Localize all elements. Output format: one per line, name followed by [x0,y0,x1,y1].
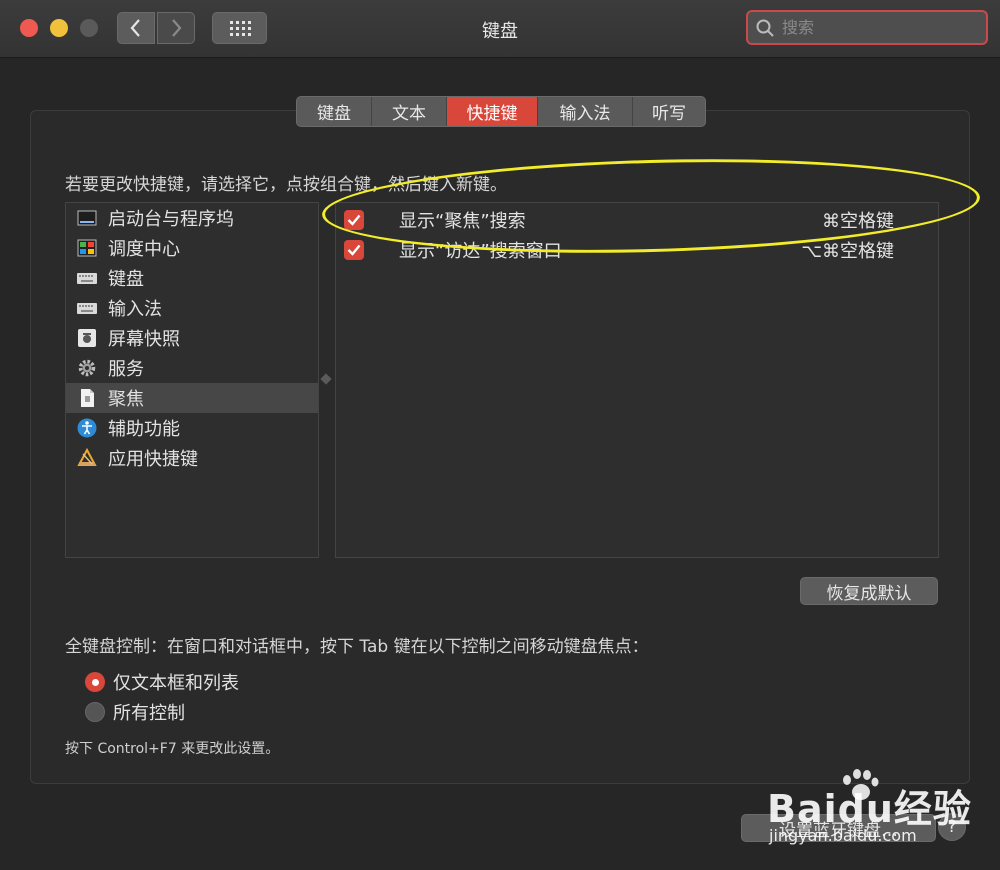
category-label: 输入法 [108,299,162,320]
shortcut-checkbox[interactable] [344,240,364,260]
search-icon [756,19,774,37]
category-label: 屏幕快照 [108,329,180,350]
category-label: 聚焦 [108,389,144,410]
shortcut-checkbox[interactable] [344,210,364,230]
shortcut-hint-text: 按下 Control+F7 来更改此设置。 [65,741,280,757]
accessibility-icon [77,418,97,438]
shortcut-label: 显示“聚焦”搜索 [399,211,526,232]
shortcut-label: 显示“访达”搜索窗口 [399,241,562,262]
search-field[interactable] [746,10,988,45]
category-item-app-shortcuts[interactable]: 应用快捷键 [66,443,318,473]
category-list[interactable]: 启动台与程序坞 调度中心 键盘 输入法 屏幕快照 服务 聚焦 辅助功能 应用快捷… [65,202,319,558]
radio-label: 所有控制 [113,703,185,724]
category-item-spotlight[interactable]: 聚焦 [66,383,318,413]
tab-dictation[interactable]: 听写 [633,97,705,126]
radio-label: 仅文本框和列表 [113,673,239,694]
shortcut-list[interactable]: 显示“聚焦”搜索 ⌘空格键 显示“访达”搜索窗口 ⌥⌘空格键 [335,202,939,558]
category-label: 调度中心 [108,239,180,260]
category-label: 应用快捷键 [108,449,198,470]
tab-bar: 键盘 文本 快捷键 输入法 听写 [296,96,706,127]
category-label: 启动台与程序坞 [108,209,234,230]
category-label: 辅助功能 [108,419,180,440]
radio-all-controls[interactable]: 所有控制 [85,699,185,725]
category-item-keyboard[interactable]: 键盘 [66,263,318,293]
category-item-screenshots[interactable]: 屏幕快照 [66,323,318,353]
restore-defaults-button[interactable]: 恢复成默认 [800,577,938,605]
checkmark-icon [347,244,361,256]
dock-icon [77,210,97,226]
screenshot-icon [78,329,96,347]
category-item-mission-control[interactable]: 调度中心 [66,233,318,263]
tab-shortcuts[interactable]: 快捷键 [447,97,538,126]
keyboard-icon [77,303,97,314]
shortcut-key[interactable]: ⌘空格键 [822,207,894,233]
category-item-accessibility[interactable]: 辅助功能 [66,413,318,443]
category-item-launchpad-dock[interactable]: 启动台与程序坞 [66,203,318,233]
app-shortcuts-icon [77,448,97,466]
shortcut-key[interactable]: ⌥⌘空格键 [801,237,894,263]
tab-text[interactable]: 文本 [372,97,447,126]
search-input[interactable] [780,17,974,38]
radio-button-selected[interactable] [85,672,105,692]
mission-control-icon [77,239,97,257]
tab-input-sources[interactable]: 输入法 [538,97,633,126]
instruction-text: 若要更改快捷键，请选择它，点按组合键，然后键入新键。 [65,175,507,195]
keyboard-icon [77,273,97,284]
document-icon [81,389,94,407]
shortcut-row[interactable]: 显示“聚焦”搜索 ⌘空格键 [336,205,938,235]
category-label: 键盘 [108,269,144,290]
tab-keyboard[interactable]: 键盘 [297,97,372,126]
full-keyboard-access-label: 全键盘控制：在窗口和对话框中，按下 Tab 键在以下控制之间移动键盘焦点： [65,637,649,657]
gear-icon [78,359,96,377]
category-item-input-sources[interactable]: 输入法 [66,293,318,323]
category-label: 服务 [108,359,144,380]
radio-text-boxes-lists[interactable]: 仅文本框和列表 [85,669,239,695]
category-item-services[interactable]: 服务 [66,353,318,383]
radio-button-unselected[interactable] [85,702,105,722]
setup-bluetooth-keyboard-button[interactable]: 设置蓝牙键盘… [741,814,936,842]
checkmark-icon [347,214,361,226]
title-bar: 键盘 [0,0,1000,58]
shortcut-row[interactable]: 显示“访达”搜索窗口 ⌥⌘空格键 [336,235,938,265]
help-button[interactable]: ? [938,813,966,841]
